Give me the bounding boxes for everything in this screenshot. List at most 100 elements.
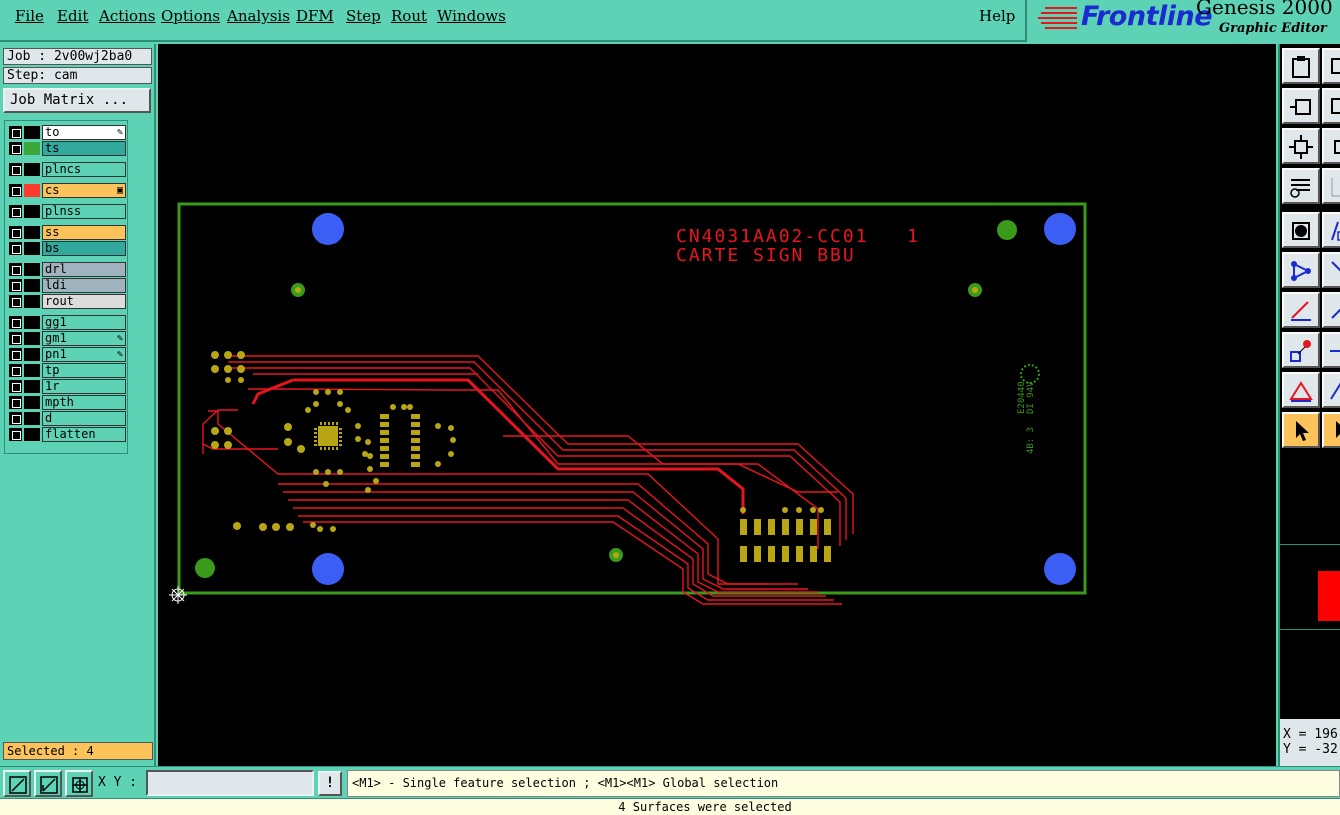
layer-checkbox[interactable] <box>9 380 22 393</box>
layer-color-swatch[interactable] <box>24 316 40 329</box>
layer-color-swatch[interactable] <box>24 279 40 292</box>
layer-name[interactable]: cs ▣ <box>42 183 126 198</box>
window-tool-button[interactable] <box>1322 48 1340 84</box>
arc-button-2[interactable] <box>1322 372 1340 408</box>
layer-checkbox[interactable] <box>9 205 22 218</box>
menu-help[interactable]: Help <box>979 7 1015 25</box>
overview-viewport <box>1318 571 1340 621</box>
layer-name[interactable]: plnss <box>42 204 126 219</box>
mounting-hole <box>1044 553 1076 585</box>
layer-name[interactable]: bs <box>42 241 126 256</box>
layer-name[interactable]: drl <box>42 262 126 277</box>
add-feature-button[interactable] <box>1282 212 1320 248</box>
exclaim-button[interactable]: ! <box>318 771 342 796</box>
xy-input[interactable] <box>146 770 314 796</box>
layer-name[interactable]: 1r <box>42 379 126 394</box>
layer-checkbox[interactable] <box>9 242 22 255</box>
menu-step[interactable]: Step <box>346 7 381 25</box>
node-button-2[interactable] <box>1322 252 1340 288</box>
layer-color-swatch[interactable] <box>24 412 40 425</box>
layer-color-swatch[interactable] <box>24 380 40 393</box>
arc-button[interactable] <box>1282 372 1320 408</box>
layer-checkbox[interactable] <box>9 332 22 345</box>
select-pointer-button[interactable] <box>1282 412 1320 448</box>
menu-windows[interactable]: Windows <box>437 7 506 25</box>
clipboard-tool-button[interactable] <box>1282 48 1320 84</box>
layer-name[interactable]: tp <box>42 363 126 378</box>
coord-x: X = 196 <box>1283 727 1338 742</box>
layer-name[interactable]: ts <box>42 141 126 156</box>
layer-name[interactable]: plncs <box>42 162 126 177</box>
layer-color-swatch[interactable] <box>24 126 40 139</box>
layer-name[interactable]: ldi <box>42 278 126 293</box>
layer-color-swatch[interactable] <box>24 332 40 345</box>
layer-name[interactable]: ss <box>42 225 126 240</box>
fit-tool-button[interactable] <box>1282 128 1320 164</box>
qfn-pin <box>314 428 317 430</box>
layer-name[interactable]: pn1 ✎ <box>42 347 126 362</box>
layer-name[interactable]: to ✎ <box>42 125 126 140</box>
layer-name-label: gm1 <box>45 331 67 345</box>
layer-color-swatch[interactable] <box>24 396 40 409</box>
layer-color-swatch[interactable] <box>24 142 40 155</box>
layer-checkbox[interactable] <box>9 316 22 329</box>
layer-name[interactable]: gg1 <box>42 315 126 330</box>
job-matrix-button[interactable]: Job Matrix ... <box>3 88 151 113</box>
layer-checkbox[interactable] <box>9 263 22 276</box>
select-pointer-button-2[interactable] <box>1322 412 1340 448</box>
layer-color-swatch[interactable] <box>24 242 40 255</box>
layer-checkbox[interactable] <box>9 412 22 425</box>
layer-checkbox[interactable] <box>9 348 22 361</box>
layer-name[interactable]: d <box>42 411 126 426</box>
menu-edit[interactable]: Edit <box>57 7 88 25</box>
layer-checkbox[interactable] <box>9 279 22 292</box>
snap-button[interactable] <box>3 770 31 797</box>
pad-button[interactable] <box>1282 332 1320 368</box>
menu-options[interactable]: Options <box>161 7 220 25</box>
coord-y: Y = -32 <box>1283 742 1338 757</box>
overview-map[interactable] <box>1280 544 1340 630</box>
measure-button[interactable] <box>34 770 62 797</box>
layer-color-swatch[interactable] <box>24 163 40 176</box>
menu-dfm[interactable]: DFM <box>296 7 334 25</box>
zoom-back-button[interactable] <box>1282 88 1320 124</box>
layer-color-swatch[interactable] <box>24 263 40 276</box>
layer-name[interactable]: mpth <box>42 395 126 410</box>
layer-checkbox[interactable] <box>9 126 22 139</box>
arc-icon <box>1330 382 1340 400</box>
layer-checkbox[interactable] <box>9 184 22 197</box>
layer-color-swatch[interactable] <box>24 364 40 377</box>
layer-checkbox[interactable] <box>9 142 22 155</box>
menu-rout[interactable]: Rout <box>391 7 427 25</box>
zoom-window-button[interactable] <box>1322 88 1340 124</box>
line-button-2[interactable] <box>1322 292 1340 328</box>
layer-checkbox[interactable] <box>9 428 22 441</box>
grid-icon <box>72 777 88 793</box>
layer-name[interactable]: gm1 ✎ <box>42 331 126 346</box>
menu-actions[interactable]: Actions <box>99 7 155 25</box>
layer-color-swatch[interactable] <box>24 205 40 218</box>
layer-name[interactable]: rout <box>42 294 126 309</box>
layer-color-swatch[interactable] <box>24 184 40 197</box>
fit-tool-button-2[interactable] <box>1322 128 1340 164</box>
line-button[interactable] <box>1282 292 1320 328</box>
layer-checkbox[interactable] <box>9 163 22 176</box>
layer-color-swatch[interactable] <box>24 428 40 441</box>
tools-button[interactable] <box>1282 168 1320 204</box>
layer-name[interactable]: flatten <box>42 427 126 442</box>
menu-analysis[interactable]: Analysis <box>227 7 290 25</box>
layer-color-swatch[interactable] <box>24 348 40 361</box>
grid-button[interactable] <box>1322 168 1340 204</box>
layer-checkbox[interactable] <box>9 295 22 308</box>
grid-snap-button[interactable] <box>65 770 93 797</box>
node-button[interactable] <box>1282 252 1320 288</box>
layer-checkbox[interactable] <box>9 226 22 239</box>
layer-checkbox[interactable] <box>9 396 22 409</box>
layer-color-swatch[interactable] <box>24 295 40 308</box>
layer-checkbox[interactable] <box>9 364 22 377</box>
menu-file[interactable]: File <box>15 7 44 25</box>
pad-button-2[interactable] <box>1322 332 1340 368</box>
layer-color-swatch[interactable] <box>24 226 40 239</box>
add-feature-button-2[interactable] <box>1322 212 1340 248</box>
graphic-canvas[interactable]: CN4031AA02-CC01 1 CARTE SIGN BBU E20440 … <box>158 44 1276 766</box>
